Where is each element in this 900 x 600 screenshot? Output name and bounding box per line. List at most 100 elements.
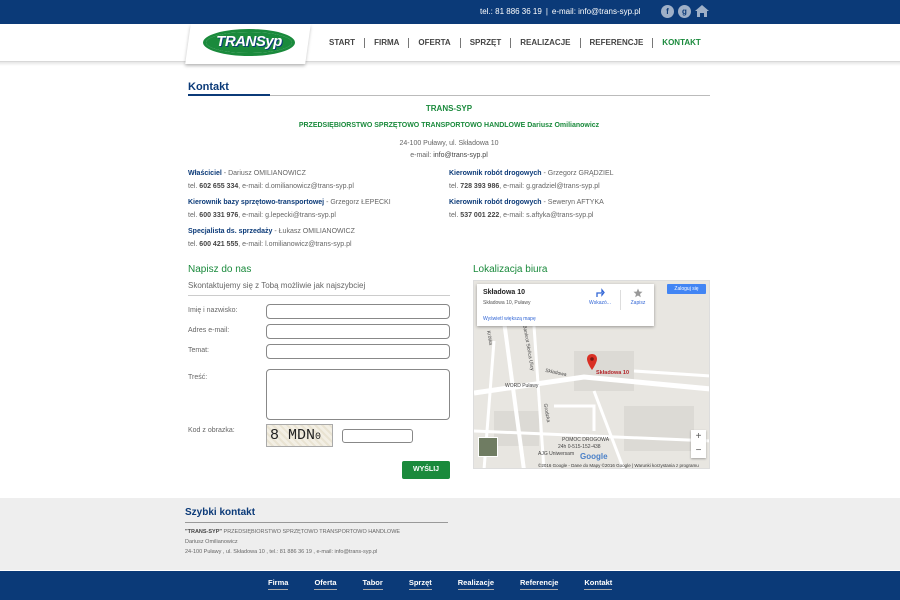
google-logo: Google xyxy=(580,452,608,461)
contact-person: Kierownik robót drogowych - Seweryn AFTY… xyxy=(449,196,604,222)
top-email-link[interactable]: e-mail: info@trans-syp.pl xyxy=(552,7,641,16)
top-phone: tel.: 81 886 36 19 xyxy=(480,7,542,16)
map-info-card: Składowa 10 Składowa 10, Puławy Wyświetl… xyxy=(477,284,654,326)
nav-firma[interactable]: FIRMA xyxy=(365,38,410,48)
captcha-label: Kod z obrazka: xyxy=(188,427,235,434)
tel-prefix: tel. xyxy=(188,241,200,248)
map-card-title: Składowa 10 xyxy=(483,289,526,296)
zoom-out-button[interactable]: − xyxy=(691,444,706,458)
page-title: Kontakt xyxy=(188,81,229,93)
person-email[interactable]: , e-mail: g.lepecki@trans-syp.pl xyxy=(238,212,336,219)
map-pin-label: Składowa 10 xyxy=(596,370,630,376)
quick-company: "TRANS-SYP" PRZEDSIĘBIORSTWO SPRZĘTOWO T… xyxy=(185,529,400,535)
poi-ajg: AJG Uniwersam xyxy=(538,451,575,457)
quick-address: 24-100 Puławy , ul. Składowa 10 , tel.: … xyxy=(185,549,378,555)
company-email-link[interactable]: info@trans-syp.pl xyxy=(433,152,488,159)
person-email[interactable]: , e-mail: l.omilianowicz@trans-syp.pl xyxy=(238,241,351,248)
google-plus-icon[interactable]: g xyxy=(678,5,691,18)
nav-kontakt[interactable]: KONTAKT xyxy=(653,38,710,48)
nav-start[interactable]: START xyxy=(320,38,366,48)
captcha-input[interactable] xyxy=(342,429,413,443)
form-subheading: Skontaktujemy się z Tobą możliwie jak na… xyxy=(188,281,366,290)
title-underline xyxy=(188,94,270,96)
person-name: - Dariusz OMILIANOWICZ xyxy=(221,170,306,177)
poi-pomoc-drogowa: POMOC DROGOWA xyxy=(562,437,610,443)
zoom-control: + − xyxy=(691,430,706,458)
person-phone: 537 001 222 xyxy=(460,212,500,219)
subject-input[interactable] xyxy=(266,344,450,359)
footer-link-sprzet[interactable]: Sprzęt xyxy=(408,578,432,590)
quick-company-rest: PRZEDSIĘBIORSTWO SPRZĘTOWO TRANSPORTOWO … xyxy=(222,529,401,535)
tel-prefix: tel. xyxy=(188,212,200,219)
company-name: TRANS-SYP xyxy=(425,104,473,113)
person-email[interactable]: , e-mail: d.omilianowicz@trans-syp.pl xyxy=(238,183,354,190)
submit-button[interactable]: WYŚLIJ xyxy=(402,461,450,479)
name-label: Imię i nazwisko: xyxy=(188,307,238,314)
email-input[interactable] xyxy=(266,324,450,339)
person-name: - Grzegorz GRĄDZIEL xyxy=(541,170,614,177)
message-textarea[interactable] xyxy=(266,369,450,420)
quick-company-name: "TRANS-SYP" xyxy=(185,529,222,535)
home-icon[interactable] xyxy=(694,4,710,18)
contact-person: Właściciel - Dariusz OMILIANOWICZ tel. 6… xyxy=(188,167,354,193)
person-phone: 728 393 986 xyxy=(460,183,500,190)
person-role: Właściciel xyxy=(188,170,222,177)
logo[interactable]: TRANSyp xyxy=(206,33,292,50)
nav-oferta[interactable]: OFERTA xyxy=(409,38,461,48)
nav-referencje[interactable]: REFERENCJE xyxy=(581,38,654,48)
zoom-in-button[interactable]: + xyxy=(691,430,706,444)
quick-contact-heading: Szybki kontakt xyxy=(185,507,256,518)
quick-owner: Dariusz Omilianowicz xyxy=(185,539,238,545)
company-address: 24-100 Puławy, ul. Składowa 10 xyxy=(399,140,499,147)
tel-prefix: tel. xyxy=(449,212,461,219)
quick-contact-section xyxy=(0,498,900,570)
footer-link-referencje[interactable]: Referencje xyxy=(520,578,559,590)
footer-link-firma[interactable]: Firma xyxy=(268,578,289,590)
directions-icon xyxy=(596,288,605,297)
footer-link-realizacje[interactable]: Realizacje xyxy=(457,578,495,590)
footer-link-oferta[interactable]: Oferta xyxy=(314,578,337,590)
map-heading: Lokalizacja biura xyxy=(473,264,548,275)
quick-contact-divider xyxy=(185,522,448,523)
directions-button[interactable]: Wskazó... xyxy=(587,288,613,306)
person-role: Kierownik bazy sprzętowo-transportowej xyxy=(188,199,325,206)
main-nav: START FIRMA OFERTA SPRZĘT REALIZACJE REF… xyxy=(320,38,710,48)
company-email: e-mail: info@trans-syp.pl xyxy=(188,152,710,159)
save-label: Zapisz xyxy=(630,300,646,306)
name-input[interactable] xyxy=(266,304,450,319)
contact-person: Kierownik bazy sprzętowo-transportowej -… xyxy=(188,196,391,222)
footer-nav: Firma Oferta Tabor Sprzęt Realizacje Ref… xyxy=(268,578,638,590)
card-separator xyxy=(620,290,621,310)
map-pin-icon[interactable] xyxy=(587,354,597,370)
nav-sprzet[interactable]: SPRZĘT xyxy=(461,38,512,48)
satellite-toggle[interactable] xyxy=(478,437,498,457)
email-prefix: e-mail: xyxy=(410,152,432,159)
subject-label: Temat: xyxy=(188,347,210,354)
person-role: Kierownik robót drogowych xyxy=(449,170,542,177)
star-icon xyxy=(633,288,643,298)
map-attribution: ©2016 Google - Dane do Mapy ©2016 Google… xyxy=(538,463,699,468)
map-sign-in-button[interactable]: Zaloguj się xyxy=(667,284,706,294)
directions-label: Wskazó... xyxy=(589,300,611,306)
form-heading: Napisz do nas xyxy=(188,264,252,275)
person-name: - Grzegorz ŁEPECKI xyxy=(324,199,391,206)
save-button[interactable]: Zapisz xyxy=(625,288,651,306)
captcha-image: 8 MDN0 xyxy=(266,424,333,447)
nav-realizacje[interactable]: REALIZACJE xyxy=(511,38,581,48)
person-name: - Seweryn AFTYKA xyxy=(541,199,604,206)
person-phone: 602 655 334 xyxy=(199,183,239,190)
footer-link-kontakt[interactable]: Kontakt xyxy=(584,578,613,590)
captcha-small: 0 xyxy=(315,432,322,443)
map-larger-link[interactable]: Wyświetl większą mapę xyxy=(483,316,536,322)
company-full-name: PRZEDSIĘBIORSTWO SPRZĘTOWO TRANSPORTOWO … xyxy=(298,122,600,129)
road-label-word: WORD Puławy xyxy=(505,383,539,389)
tel-prefix: tel. xyxy=(449,183,461,190)
tel-prefix: tel. xyxy=(188,183,200,190)
person-email[interactable]: , e-mail: s.aftyka@trans-syp.pl xyxy=(499,212,593,219)
person-email[interactable]: , e-mail: g.gradziel@trans-syp.pl xyxy=(499,183,599,190)
person-phone: 600 331 976 xyxy=(199,212,239,219)
email-label: Adres e-mail: xyxy=(188,327,230,334)
captcha-text: 8 MDN xyxy=(270,427,316,444)
facebook-icon[interactable]: f xyxy=(661,5,674,18)
footer-link-tabor[interactable]: Tabor xyxy=(362,578,383,590)
